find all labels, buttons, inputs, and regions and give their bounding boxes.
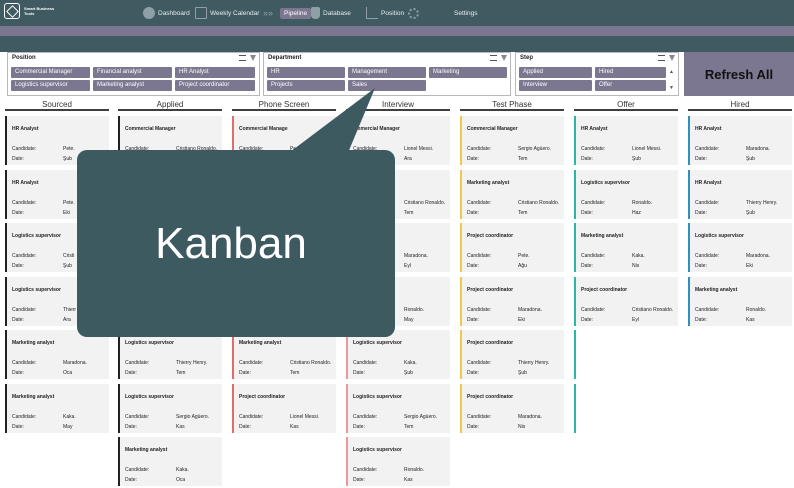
callout-label: Kanban: [155, 218, 307, 268]
